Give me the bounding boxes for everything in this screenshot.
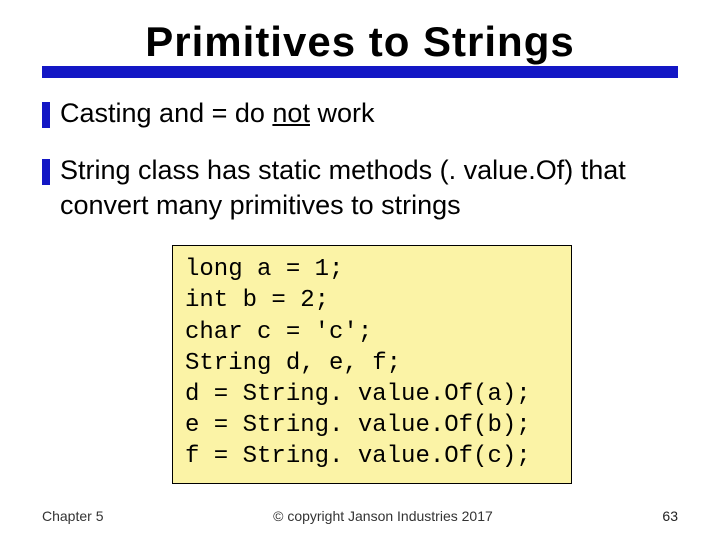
bullet-list: Casting and = do not work String class h…	[42, 96, 678, 223]
bullet-text-not: not	[272, 98, 310, 128]
slide-footer: Chapter 5 © copyright Janson Industries …	[0, 508, 720, 524]
bullet-text: Casting and = do not work	[60, 96, 374, 131]
bullet-marker-icon	[42, 102, 50, 128]
bullet-item: String class has static methods (. value…	[42, 153, 678, 223]
bullet-item: Casting and = do not work	[42, 96, 678, 131]
bullet-text-post: work	[310, 98, 375, 128]
slide-title: Primitives to Strings	[139, 18, 580, 68]
title-wrap: Primitives to Strings	[42, 18, 678, 68]
footer-copyright: © copyright Janson Industries 2017	[103, 508, 662, 524]
slide: Primitives to Strings Casting and = do n…	[0, 0, 720, 540]
bullet-marker-icon	[42, 159, 50, 185]
footer-chapter: Chapter 5	[42, 508, 103, 524]
footer-page-number: 63	[662, 508, 678, 524]
bullet-text: String class has static methods (. value…	[60, 153, 678, 223]
code-block: long a = 1; int b = 2; char c = 'c'; Str…	[172, 245, 572, 483]
bullet-text-pre: Casting and = do	[60, 98, 272, 128]
